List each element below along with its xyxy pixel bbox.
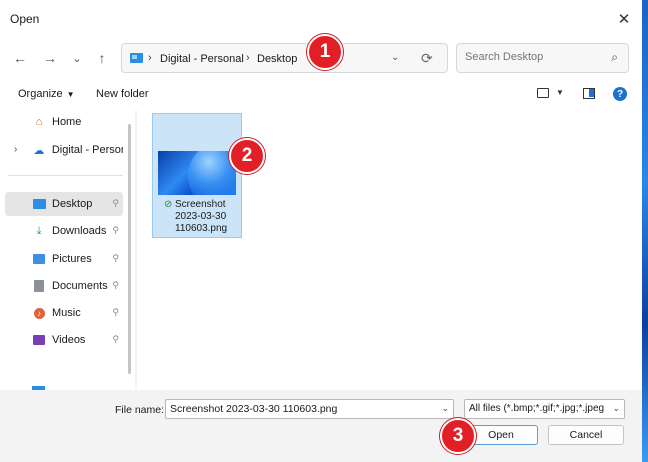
- file-type-select[interactable]: All files (*.bmp;*.gif;*.jpg;*.jpeg ⌄: [464, 399, 625, 419]
- search-input[interactable]: [465, 51, 605, 63]
- sidebar-item-desktop[interactable]: Desktop ⚲: [5, 192, 123, 216]
- file-name-line: 110603.png: [175, 223, 228, 234]
- step-marker-1: 1: [307, 34, 343, 70]
- back-arrow-icon[interactable]: ←: [10, 48, 30, 68]
- new-folder-button[interactable]: New folder: [96, 88, 149, 100]
- chevron-down-icon[interactable]: ⌄: [441, 403, 449, 414]
- file-name-label: File name:: [115, 404, 165, 416]
- sidebar-item-home[interactable]: ⌂ Home: [5, 110, 123, 134]
- breadcrumb-separator-icon: ›: [148, 52, 152, 64]
- cloud-icon: ☁: [33, 144, 45, 157]
- cancel-button[interactable]: Cancel: [548, 425, 624, 445]
- sidebar-item-digital-personal[interactable]: ☁ Digital - Personal: [5, 138, 123, 162]
- sidebar-item-label: Downloads: [52, 225, 107, 237]
- sidebar-item-label: Digital - Personal: [51, 144, 123, 156]
- step-marker-3: 3: [440, 418, 476, 454]
- pin-icon: ⚲: [112, 334, 119, 344]
- desktop-icon: [32, 198, 46, 210]
- sidebar-divider: [8, 175, 123, 176]
- file-name-line: 2023-03-30: [175, 211, 227, 222]
- sidebar-item-music[interactable]: ♪ Music ⚲: [5, 301, 123, 325]
- refresh-icon[interactable]: ⟳: [421, 50, 433, 67]
- forward-arrow-icon[interactable]: →: [40, 48, 60, 68]
- search-box[interactable]: ⌕: [456, 43, 629, 73]
- recent-locations-chevron-icon[interactable]: ⌄: [67, 48, 87, 68]
- file-item[interactable]: ⊘ Screenshot 2023-03-30 110603.png: [152, 113, 242, 238]
- sidebar-scrollbar[interactable]: [128, 124, 131, 374]
- title-bar: Open ✕: [0, 0, 642, 38]
- sidebar-item-documents[interactable]: Documents ⚲: [5, 274, 123, 298]
- pin-icon: ⚲: [112, 225, 119, 235]
- up-arrow-icon[interactable]: ↑: [92, 48, 112, 68]
- music-icon: ♪: [32, 307, 46, 319]
- breadcrumb-desktop[interactable]: Desktop: [257, 53, 297, 65]
- sidebar-item-label: Pictures: [52, 253, 92, 265]
- file-name-line: Screenshot: [175, 199, 226, 210]
- chevron-down-icon: ⌄: [610, 403, 620, 414]
- sync-status-icon: ⊘: [164, 199, 173, 210]
- pin-icon: ⚲: [112, 198, 119, 208]
- download-icon: ⤓: [36, 224, 42, 237]
- pin-icon: ⚲: [112, 280, 119, 290]
- organize-label: Organize: [18, 88, 63, 100]
- sidebar-item-pictures[interactable]: Pictures ⚲: [5, 247, 123, 271]
- sidebar-item-label: Desktop: [52, 198, 93, 210]
- breadcrumb-digital-personal[interactable]: Digital - Personal: [160, 53, 244, 65]
- sidebar-item-downloads[interactable]: ⤓ Downloads ⚲: [5, 219, 123, 243]
- address-bar[interactable]: › Digital - Personal › Desktop ⌄ ⟳: [121, 43, 448, 73]
- file-name-field[interactable]: ⌄: [165, 399, 454, 419]
- sidebar-item-label: Documents: [52, 280, 108, 292]
- home-icon: ⌂: [35, 116, 43, 128]
- caret-down-icon: ▼: [66, 90, 75, 99]
- file-name-input[interactable]: [170, 403, 430, 415]
- sidebar-item-label: Home: [52, 116, 82, 128]
- caret-down-icon[interactable]: ▼: [556, 88, 564, 97]
- dialog-title: Open: [10, 12, 40, 26]
- sidebar-item-videos[interactable]: Videos ⚲: [5, 328, 123, 352]
- breadcrumb-separator-icon: ›: [246, 52, 250, 64]
- preview-pane-icon[interactable]: [583, 88, 595, 99]
- pictures-icon: [32, 253, 46, 265]
- pin-icon: ⚲: [112, 307, 119, 317]
- image-thumbnail: [158, 151, 236, 195]
- file-type-value: All files (*.bmp;*.gif;*.jpg;*.jpeg: [469, 403, 605, 414]
- close-icon[interactable]: ✕: [612, 8, 636, 30]
- documents-icon: [32, 280, 46, 292]
- view-options-icon[interactable]: [537, 88, 549, 98]
- organize-button[interactable]: Organize ▼: [18, 88, 75, 100]
- search-icon: ⌕: [611, 50, 618, 64]
- help-icon[interactable]: ?: [613, 87, 627, 101]
- file-name-label: Screenshot 2023-03-30 110603.png: [175, 199, 239, 235]
- address-dropdown-icon[interactable]: ⌄: [391, 52, 399, 63]
- sidebar-item-label: Music: [52, 307, 81, 319]
- desktop-location-icon: [130, 53, 143, 63]
- videos-icon: [32, 334, 46, 346]
- pin-icon: ⚲: [112, 253, 119, 263]
- step-marker-2: 2: [229, 138, 265, 174]
- sidebar-item-label: Videos: [52, 334, 86, 346]
